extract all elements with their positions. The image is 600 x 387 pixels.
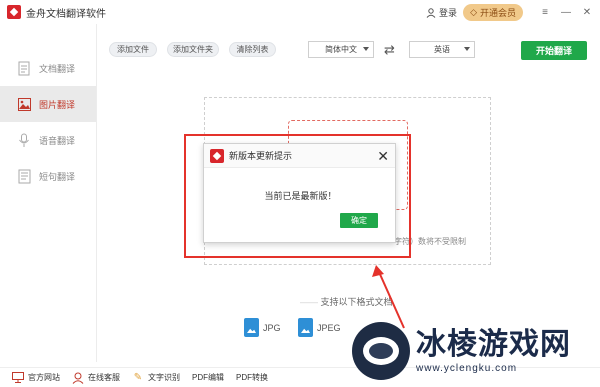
watermark-title: 冰棱游戏网 xyxy=(416,326,571,362)
watermark: 冰棱游戏网 www.yclengku.com xyxy=(352,322,571,380)
watermark-logo-icon xyxy=(352,322,410,380)
watermark-url: www.yclengku.com xyxy=(416,362,518,374)
